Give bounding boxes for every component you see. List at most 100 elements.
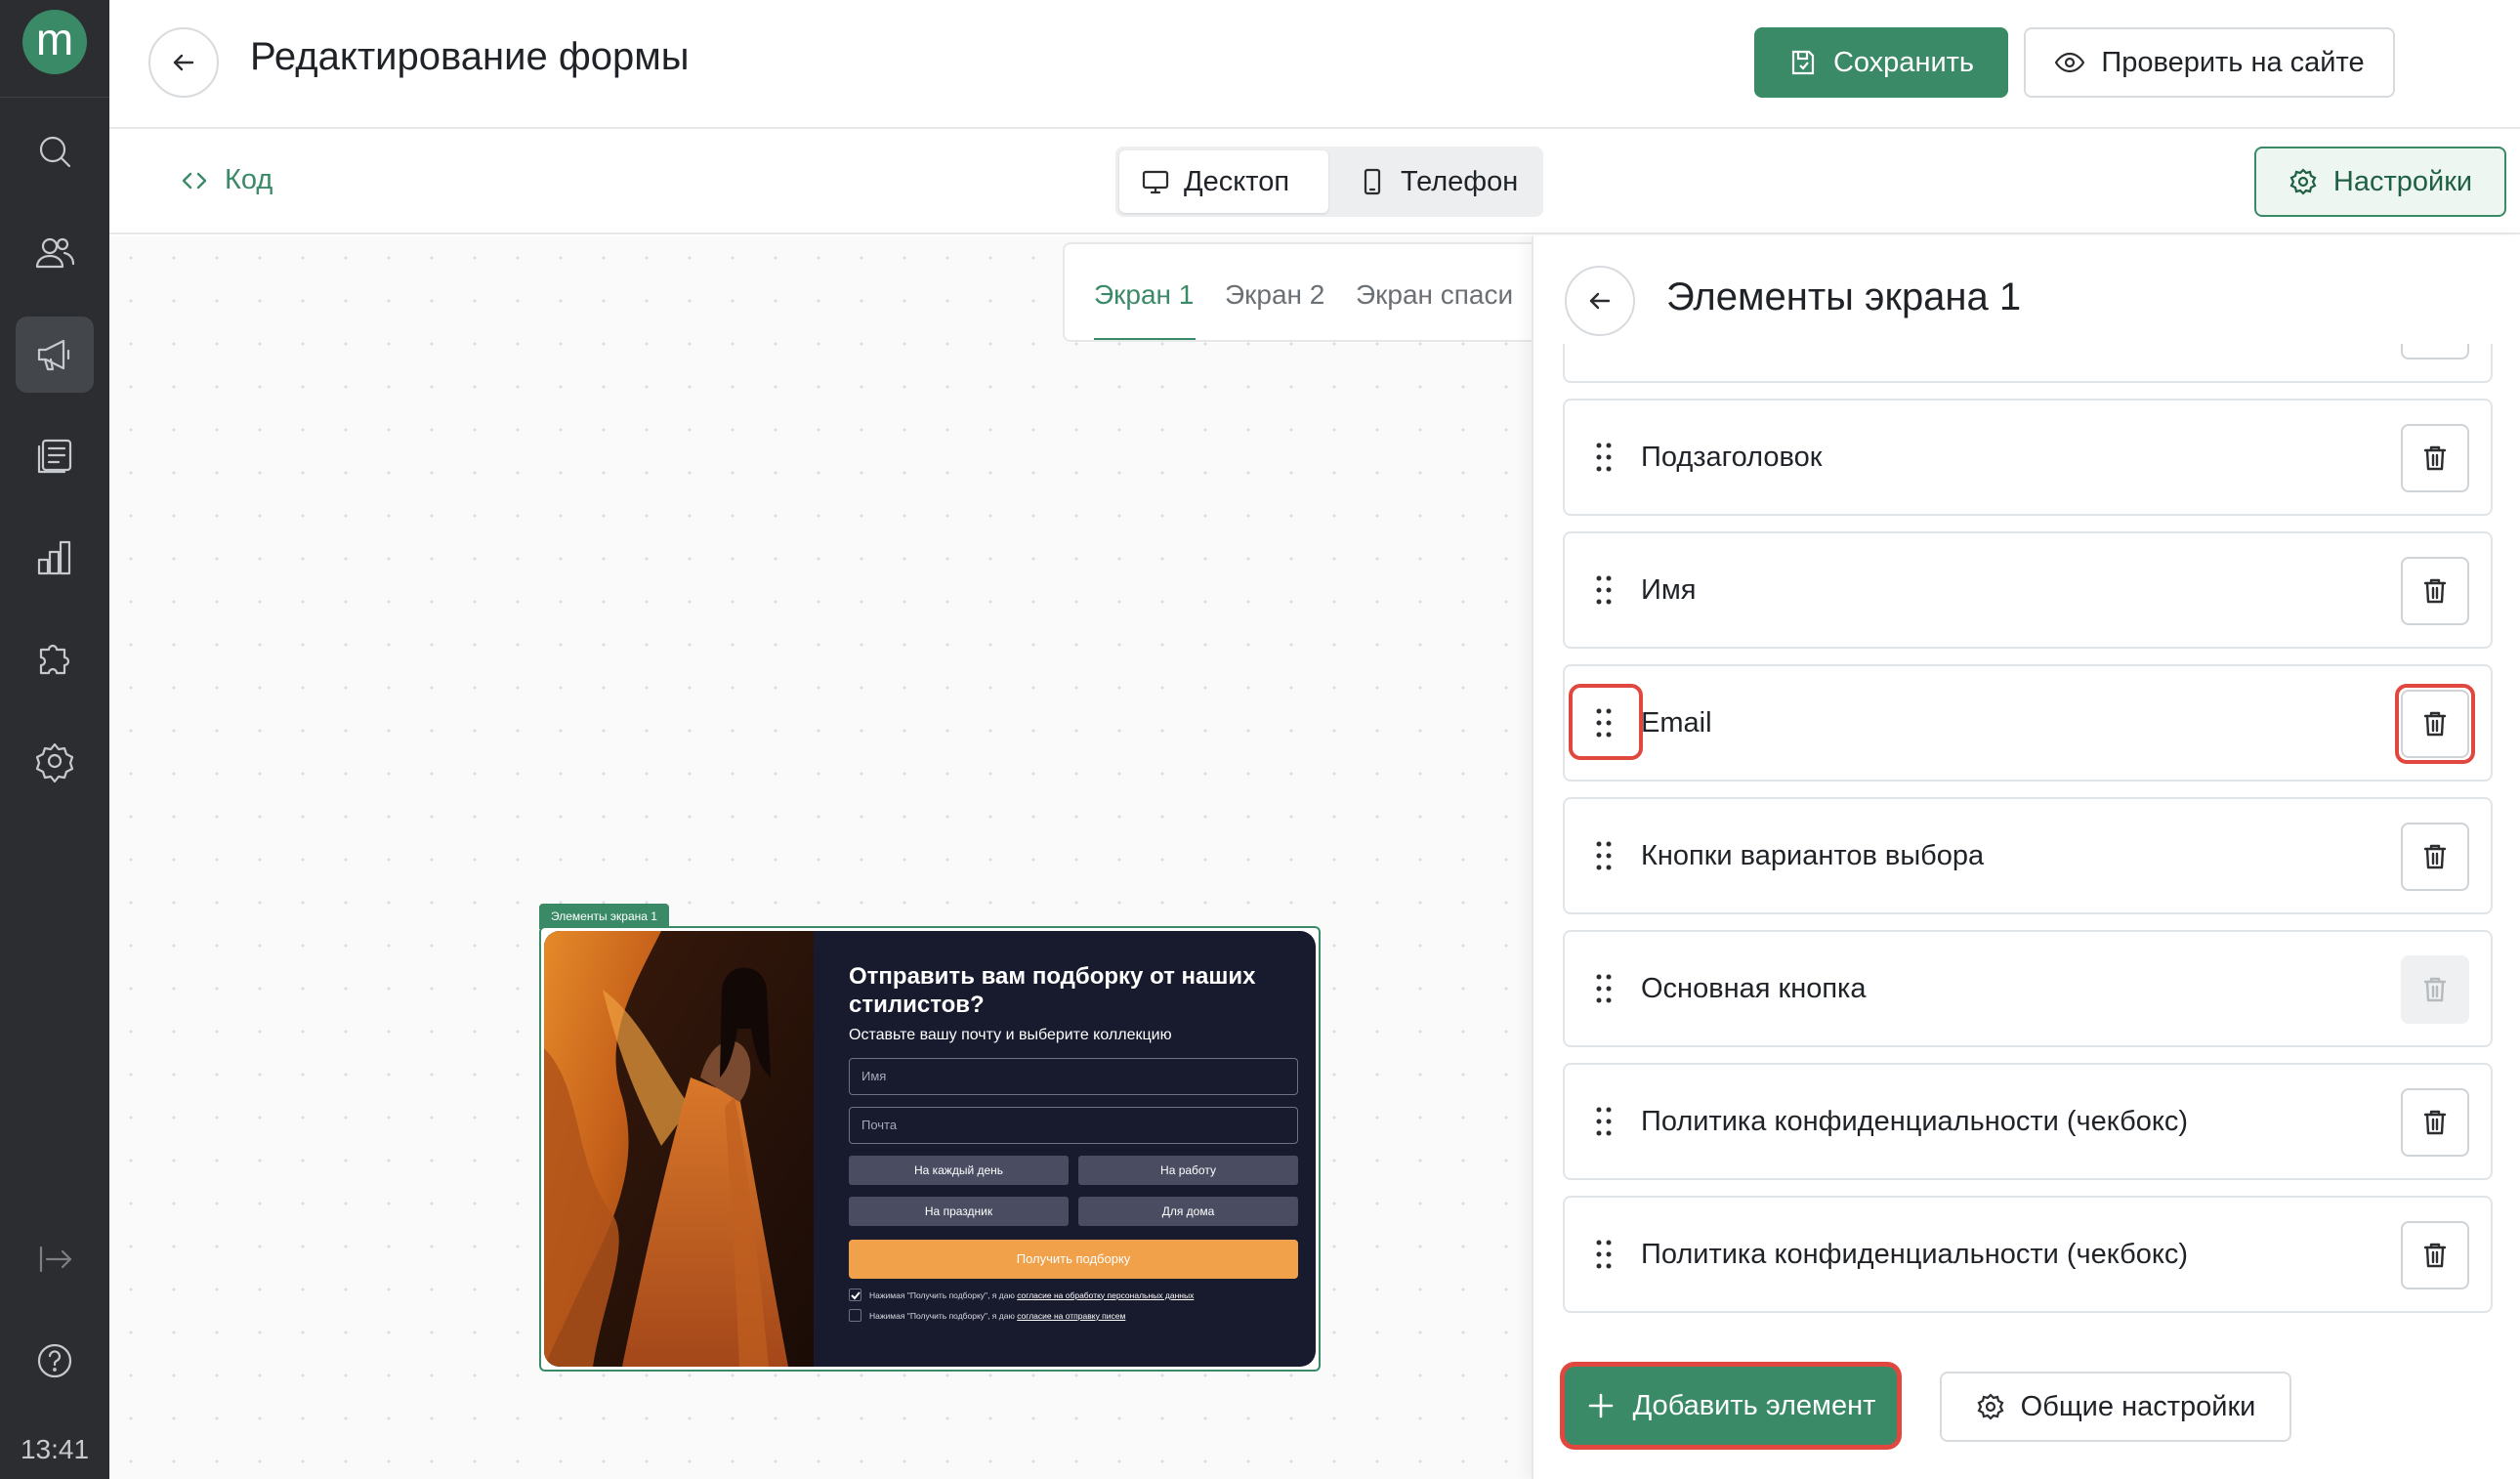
element-card[interactable]: Политика конфиденциальности (чекбокс) [1563,1196,2493,1313]
drag-handle-icon[interactable] [1594,1106,1614,1137]
element-card-email[interactable]: Email [1563,664,2493,782]
panel-title: Элементы экрана 1 [1666,275,2022,318]
choice-buttons: На каждый день На работу На праздник Для… [849,1156,1298,1226]
check-on-site-label: Проверить на сайте [2101,46,2365,78]
tab-screen-thanks[interactable]: Экран спаси [1356,279,1513,311]
code-link[interactable]: Код [180,164,273,196]
add-element-button[interactable]: Добавить элемент [1565,1367,1897,1445]
drag-handle-icon[interactable] [1594,1239,1614,1270]
element-card[interactable]: Имя [1563,531,2493,649]
choice-button[interactable]: На праздник [849,1197,1069,1226]
active-tab-indicator [1094,338,1196,340]
name-field[interactable]: Имя [849,1058,1298,1095]
general-settings-button[interactable]: Общие настройки [1940,1372,2291,1442]
choice-button[interactable]: На работу [1078,1156,1298,1185]
element-card[interactable]: Кнопки вариантов выбора [1563,797,2493,914]
choice-button[interactable]: На каждый день [849,1156,1069,1185]
element-label: Кнопки вариантов выбора [1641,840,1985,871]
consent-checkbox-1[interactable]: Нажимая "Получить подборку", я даю согла… [849,1289,1298,1301]
delete-button[interactable] [2401,557,2469,625]
element-label: Email [1641,707,1712,739]
trash-icon [2423,977,2447,1002]
drag-handle-icon[interactable] [1594,840,1614,871]
gear-icon [2289,168,2317,195]
consent-text: Нажимая "Получить подборку", я даю согла… [869,1289,1195,1300]
left-rail: m 13:41 [0,0,109,1479]
device-phone-tab[interactable]: Телефон [1336,150,1537,213]
checkbox[interactable] [849,1289,861,1301]
check-icon [850,1290,861,1299]
panel-back-button[interactable] [1565,266,1635,336]
settings-button[interactable]: Настройки [2254,147,2506,217]
clock: 13:41 [20,1434,90,1464]
tab-screen-2[interactable]: Экран 2 [1225,279,1324,311]
general-settings-label: Общие настройки [2020,1390,2256,1422]
element-card[interactable]: Основная кнопка [1563,930,2493,1047]
delete-button[interactable] [2401,344,2469,359]
consent-link[interactable]: согласие на обработку персональных данны… [1017,1290,1194,1300]
arrow-left-icon [173,54,194,71]
element-label: Политика конфиденциальности (чекбокс) [1641,1239,2189,1270]
consent-checkbox-2[interactable]: Нажимая "Получить подборку", я даю согла… [849,1309,1298,1322]
search-icon[interactable] [16,113,94,190]
email-field[interactable]: Почта [849,1107,1298,1144]
drag-handle-icon[interactable] [1594,442,1614,473]
delete-button[interactable] [2401,823,2469,891]
delete-button[interactable] [2401,424,2469,492]
screen-tabs: Экран 1 Экран 2 Экран спаси [1063,242,1532,342]
consent-link[interactable]: согласие на отправку писем [1017,1311,1125,1321]
elements-list[interactable]: Подзаголовок Имя Email Кнопки вариантов … [1563,344,2493,1332]
trash-icon [2423,445,2447,471]
puzzle-icon[interactable] [16,621,94,697]
form-content: Отправить вам подборку от наших стилисто… [849,962,1298,1322]
eye-icon [2055,52,2085,73]
form-subtitle: Оставьте вашу почту и выберите коллекцию [849,1027,1172,1043]
element-label: Политика конфиденциальности (чекбокс) [1641,1106,2189,1137]
forms-icon[interactable] [16,418,94,494]
collapse-icon[interactable] [16,1221,94,1297]
arrow-left-icon [1589,292,1611,310]
delete-button-disabled [2401,955,2469,1024]
back-button[interactable] [148,27,219,98]
submit-button[interactable]: Получить подборку [849,1240,1298,1279]
app-logo[interactable]: m [22,10,87,74]
checkbox[interactable] [849,1309,861,1322]
megaphone-icon[interactable] [16,317,94,393]
chart-icon[interactable] [16,520,94,596]
settings-label: Настройки [2332,165,2473,197]
drag-handle-icon[interactable] [1594,574,1614,606]
element-card[interactable]: Подзаголовок [1563,399,2493,516]
users-icon[interactable] [16,215,94,291]
delete-button[interactable] [2401,1088,2469,1157]
form-preview[interactable]: Отправить вам подборку от наших стилисто… [539,926,1321,1372]
drag-handle-icon[interactable] [1594,973,1614,1004]
save-button[interactable]: Сохранить [1754,27,2008,98]
consent-text: Нажимая "Получить подборку", я даю согла… [869,1310,1126,1321]
trash-icon [2423,578,2447,604]
element-label: Основная кнопка [1641,973,1867,1004]
check-on-site-button[interactable]: Проверить на сайте [2024,27,2395,98]
device-desktop-label: Десктоп [1184,165,1290,197]
delete-highlight [2395,684,2475,764]
delete-button[interactable] [2401,1221,2469,1289]
element-label: Имя [1641,574,1697,606]
sub-bar: Код Десктоп Телефон Настройки [109,131,2520,234]
element-card[interactable]: Политика конфиденциальности (чекбокс) [1563,1063,2493,1180]
form-title: Отправить вам подборку от наших стилисто… [849,963,1256,1018]
gear-icon[interactable] [16,723,94,799]
trash-icon [2423,1243,2447,1268]
phone-icon [1364,168,1381,195]
device-desktop-tab[interactable]: Десктоп [1119,150,1328,213]
save-icon [1791,50,1815,75]
editor-canvas[interactable]: Экран 1 Экран 2 Экран спаси Элементы экр… [109,236,1532,1479]
model-photo [544,931,814,1367]
rail-divider [0,97,109,98]
trash-icon [2423,844,2447,869]
trash-icon [2423,1110,2447,1135]
save-button-label: Сохранить [1832,46,1975,78]
help-icon[interactable] [16,1323,94,1399]
form-popup: Отправить вам подборку от наших стилисто… [544,931,1316,1367]
tab-screen-1[interactable]: Экран 1 [1094,279,1194,311]
element-card[interactable] [1563,344,2493,383]
choice-button[interactable]: Для дома [1078,1197,1298,1226]
